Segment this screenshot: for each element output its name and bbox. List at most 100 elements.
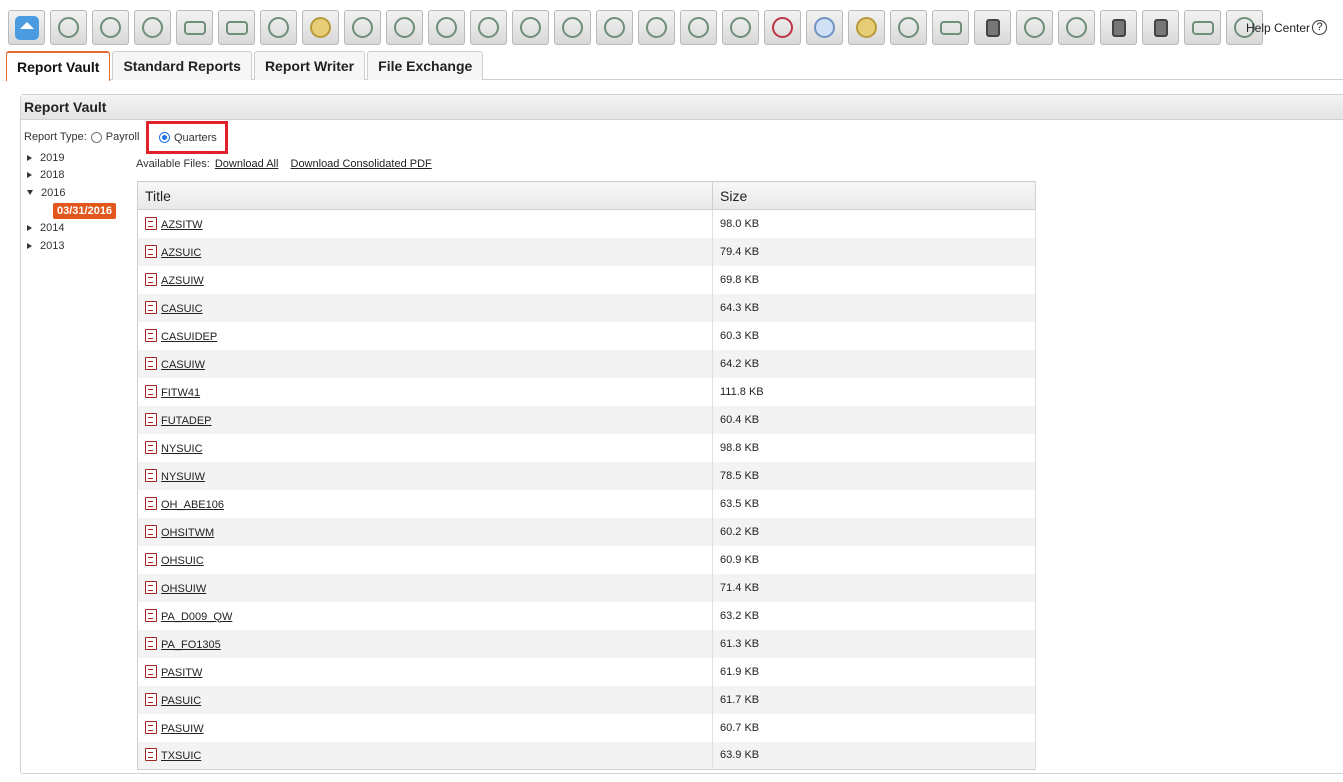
file-link[interactable]: NYSUIW: [161, 471, 205, 483]
file-link[interactable]: CASUIC: [161, 303, 203, 315]
pdf-icon: [145, 552, 157, 566]
growth-chart-button[interactable]: [470, 10, 507, 45]
person-star-2-button[interactable]: [890, 10, 927, 45]
file-link[interactable]: OHSUIC: [161, 555, 204, 567]
tab-standard-reports[interactable]: Standard Reports: [112, 51, 252, 80]
panel-title: Report Vault: [21, 95, 1343, 120]
team-button[interactable]: [176, 10, 213, 45]
money-tree-button[interactable]: [134, 10, 171, 45]
help-center-link[interactable]: Help Center ?: [1246, 20, 1328, 35]
payroll-radio[interactable]: [90, 131, 102, 143]
file-title-cell: CASUIC: [137, 293, 713, 322]
table-row: CASUIDEP 60.3 KB: [137, 321, 1036, 350]
money-bag-icon: [310, 17, 331, 38]
target-button[interactable]: [428, 10, 465, 45]
expand-icon[interactable]: [27, 172, 32, 179]
tab-file-exchange[interactable]: File Exchange: [367, 51, 484, 80]
file-link[interactable]: NYSUIC: [161, 443, 203, 455]
table-row: AZSITW 98.0 KB: [137, 209, 1036, 238]
file-link[interactable]: AZSUIW: [161, 275, 204, 287]
file-link[interactable]: AZSITW: [161, 219, 203, 231]
download-consolidated-pdf-link[interactable]: Download Consolidated PDF: [291, 158, 432, 170]
coins-gear-button[interactable]: [92, 10, 129, 45]
gift-button[interactable]: [1100, 10, 1137, 45]
quarters-radio[interactable]: [159, 132, 170, 143]
download-all-link[interactable]: Download All: [215, 158, 279, 170]
person-money-button[interactable]: [554, 10, 591, 45]
column-header-title[interactable]: Title: [137, 181, 713, 210]
person-star-button[interactable]: [596, 10, 633, 45]
table-row: PA_D009_QW 63.2 KB: [137, 601, 1036, 630]
file-link[interactable]: TXSUIC: [161, 750, 201, 762]
help-center-label: Help Center: [1246, 20, 1311, 35]
file-link[interactable]: OHSUIW: [161, 583, 206, 595]
team-board-icon: [939, 20, 962, 35]
file-link[interactable]: PASUIW: [161, 723, 204, 735]
tree-year-2016[interactable]: 2016: [27, 184, 116, 202]
payroll-label[interactable]: Payroll: [106, 131, 140, 143]
file-link[interactable]: PASUIC: [161, 695, 201, 707]
money-bag-2-icon: [856, 17, 877, 38]
file-title-cell: OH_ABE106: [137, 489, 713, 518]
file-size-cell: 60.4 KB: [712, 405, 1036, 434]
tree-year-2019[interactable]: 2019: [27, 149, 116, 167]
person-search-button[interactable]: [344, 10, 381, 45]
expand-icon[interactable]: [27, 242, 32, 249]
tab-report-writer[interactable]: Report Writer: [253, 51, 366, 80]
file-link[interactable]: CASUIDEP: [161, 331, 217, 343]
tree-year-2018[interactable]: 2018: [27, 167, 116, 185]
tree-year-2013[interactable]: 2013: [27, 237, 116, 255]
expand-icon[interactable]: [27, 225, 32, 232]
file-size-cell: 61.9 KB: [712, 657, 1036, 686]
file-size-cell: 111.8 KB: [712, 377, 1036, 406]
person-remove-icon: [772, 17, 793, 38]
person-search-2-button[interactable]: [1058, 10, 1095, 45]
fingerprint-button[interactable]: [806, 10, 843, 45]
target-gear-button[interactable]: [386, 10, 423, 45]
file-link[interactable]: AZSUIC: [161, 247, 201, 259]
file-link[interactable]: PA_D009_QW: [161, 611, 232, 623]
person-money-down-button[interactable]: [722, 10, 759, 45]
shield-person-2-button[interactable]: [1016, 10, 1053, 45]
tab-report-vault[interactable]: Report Vault: [6, 51, 111, 81]
award-button[interactable]: [50, 10, 87, 45]
money-bag-2-button[interactable]: [848, 10, 885, 45]
file-link[interactable]: FUTADEP: [161, 415, 212, 427]
file-link[interactable]: FITW41: [161, 387, 200, 399]
file-link[interactable]: PASITW: [161, 667, 202, 679]
shield-person-button[interactable]: [638, 10, 675, 45]
money-bag-button[interactable]: [302, 10, 339, 45]
table-row: PASUIC 61.7 KB: [137, 685, 1036, 714]
table-row: AZSUIW 69.8 KB: [137, 265, 1036, 294]
tree-year-2014[interactable]: 2014: [27, 220, 116, 238]
org-chart-button[interactable]: [218, 10, 255, 45]
tree-date-selected[interactable]: 03/31/2016: [53, 202, 117, 219]
table-row: TXSUIC 63.9 KB: [137, 741, 1036, 770]
file-title-cell: OHSUIC: [137, 545, 713, 574]
file-link[interactable]: OH_ABE106: [161, 499, 224, 511]
person-remove-button[interactable]: [764, 10, 801, 45]
award-person-button[interactable]: [680, 10, 717, 45]
document-edit-button[interactable]: [260, 10, 297, 45]
tree-year-label: 2018: [40, 169, 65, 182]
collapse-icon[interactable]: [27, 190, 33, 196]
file-link[interactable]: CASUIW: [161, 359, 205, 371]
pdf-icon: [145, 524, 157, 538]
table-row: PA_FO1305 61.3 KB: [137, 629, 1036, 658]
clipboard-button[interactable]: [974, 10, 1011, 45]
file-size-cell: 63.9 KB: [712, 741, 1036, 770]
file-title-cell: CASUIDEP: [137, 321, 713, 350]
expand-icon[interactable]: [27, 154, 32, 161]
home-button[interactable]: [8, 10, 45, 45]
team-meeting-icon: [1191, 20, 1214, 35]
target-settings-button[interactable]: [512, 10, 549, 45]
column-header-size[interactable]: Size: [712, 181, 1036, 210]
file-title-cell: FUTADEP: [137, 405, 713, 434]
document-button[interactable]: [1142, 10, 1179, 45]
file-link[interactable]: OHSITWM: [161, 527, 214, 539]
team-board-button[interactable]: [932, 10, 969, 45]
quarters-label[interactable]: Quarters: [174, 132, 217, 144]
file-size-cell: 60.9 KB: [712, 545, 1036, 574]
file-link[interactable]: PA_FO1305: [161, 639, 221, 651]
team-meeting-button[interactable]: [1184, 10, 1221, 45]
